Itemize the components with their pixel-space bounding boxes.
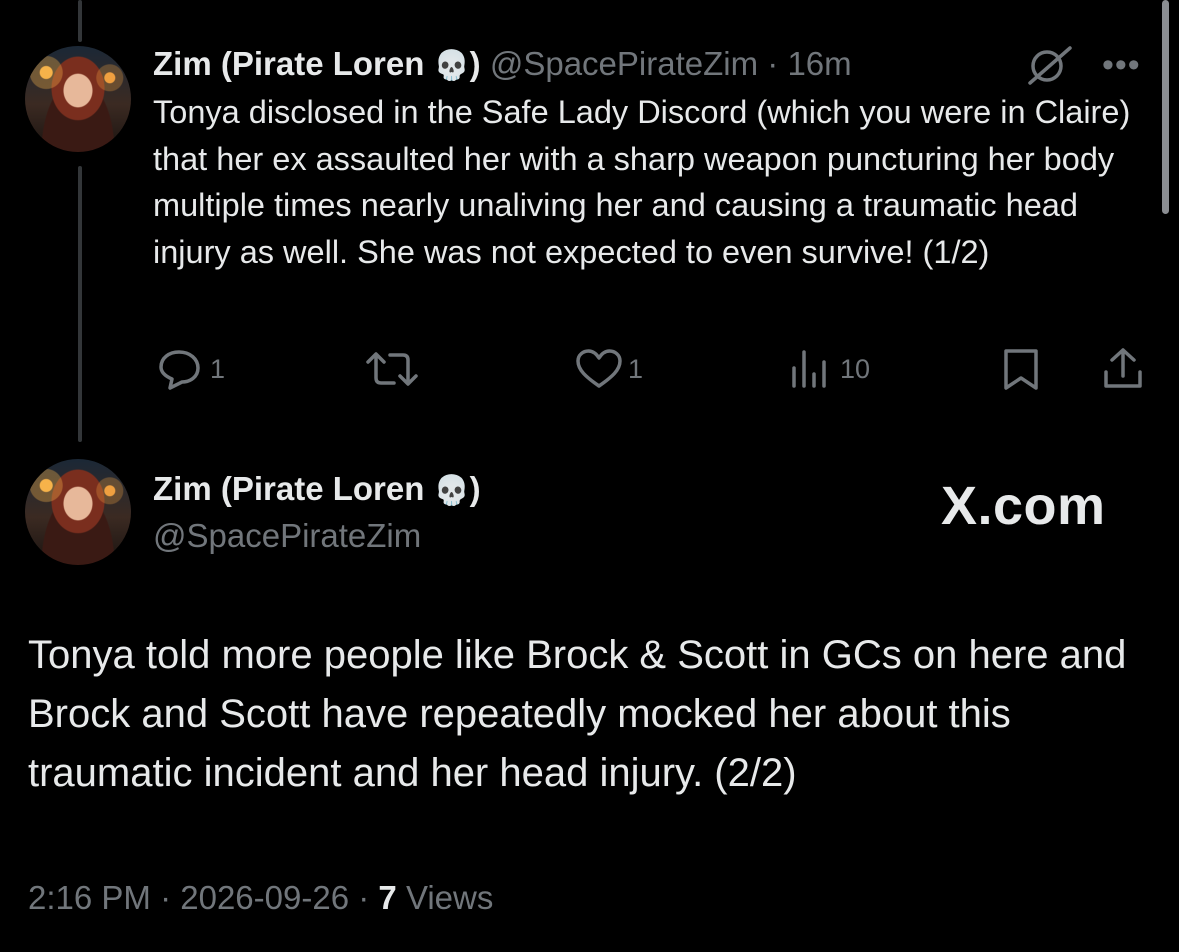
share-button[interactable] bbox=[1098, 346, 1148, 392]
like-button[interactable]: 1 bbox=[574, 346, 643, 392]
avatar[interactable] bbox=[25, 459, 131, 565]
tweet-text: Tonya told more people like Brock & Scot… bbox=[28, 633, 1127, 795]
tweet-date[interactable]: 2026-09-26 bbox=[180, 879, 349, 916]
timestamp[interactable]: 16m bbox=[787, 45, 851, 82]
separator-dot: · bbox=[767, 45, 779, 82]
author-name[interactable]: Zim (Pirate Loren bbox=[153, 45, 424, 82]
skull-emoji: 💀 bbox=[433, 48, 470, 82]
views-total: 7 bbox=[378, 879, 397, 916]
reply-button[interactable]: 1 bbox=[156, 346, 225, 392]
retweet-icon bbox=[366, 352, 418, 386]
author-name-close: ) bbox=[469, 45, 481, 82]
separator-dot: · bbox=[160, 879, 172, 916]
tweet-time[interactable]: 2:16 PM bbox=[28, 879, 151, 916]
more-icon[interactable]: ••• bbox=[1102, 48, 1141, 82]
thread-connector-line bbox=[78, 166, 82, 442]
bookmark-button[interactable] bbox=[996, 346, 1046, 392]
views-label: Views bbox=[405, 879, 494, 916]
skull-emoji: 💀 bbox=[433, 473, 470, 507]
heart-icon bbox=[576, 349, 622, 388]
thread-line-top bbox=[78, 0, 82, 42]
author-name[interactable]: Zim (Pirate Loren bbox=[153, 470, 424, 507]
views-button[interactable]: 10 bbox=[786, 346, 870, 392]
tweet-text: Tonya disclosed in the Safe Lady Discord… bbox=[153, 94, 1131, 270]
tweet-header: Zim (Pirate Loren 💀) bbox=[153, 468, 481, 511]
tweet-meta: 2:16 PM · 2026-09-26 · 7 Views bbox=[28, 876, 493, 920]
author-handle[interactable]: @SpacePirateZim bbox=[490, 45, 758, 82]
like-count: 1 bbox=[628, 353, 644, 384]
reply-icon bbox=[159, 350, 200, 390]
bookmark-icon bbox=[1004, 349, 1038, 390]
xcom-watermark: X.com bbox=[941, 476, 1106, 536]
share-icon bbox=[1104, 348, 1142, 388]
author-handle[interactable]: @SpacePirateZim bbox=[153, 515, 421, 557]
views-icon bbox=[792, 350, 826, 388]
retweet-button[interactable] bbox=[364, 346, 424, 392]
author-name-close: ) bbox=[469, 470, 481, 507]
views-count: 10 bbox=[840, 353, 871, 384]
scrollbar[interactable] bbox=[1162, 0, 1169, 214]
reply-count: 1 bbox=[210, 353, 226, 384]
tweet-header: Zim (Pirate Loren 💀) @SpacePirateZim · 1… bbox=[153, 42, 852, 87]
avatar[interactable] bbox=[25, 46, 131, 152]
separator-dot: · bbox=[358, 879, 370, 916]
grok-icon[interactable] bbox=[1022, 44, 1076, 86]
